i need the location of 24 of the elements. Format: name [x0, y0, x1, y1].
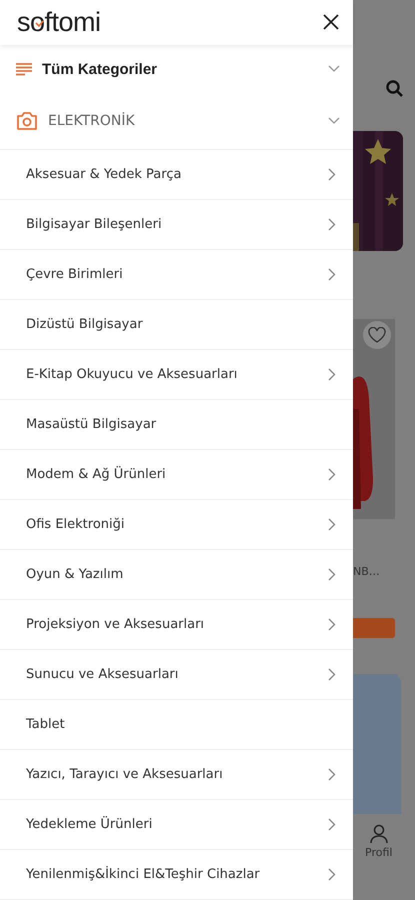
camera-icon [16, 111, 38, 132]
person-icon[interactable] [370, 824, 388, 844]
chevron-right-icon [328, 368, 336, 381]
chevron-right-icon [328, 768, 336, 781]
chevron-right-icon [328, 868, 336, 881]
check-icon [35, 20, 44, 27]
category-header[interactable]: Tüm Kategoriler [0, 44, 353, 94]
chevron-right-icon [328, 568, 336, 581]
logo[interactable]: softomi [17, 6, 101, 38]
category-header[interactable]: ELEKTRONİK [0, 94, 353, 150]
chevron-down-icon [328, 117, 340, 126]
search-icon[interactable] [386, 80, 403, 97]
chevron-down-icon [328, 65, 340, 74]
chevron-right-icon [328, 168, 336, 181]
chevron-right-icon [328, 268, 336, 281]
chevron-right-icon [328, 818, 336, 831]
close-button[interactable] [323, 14, 339, 30]
chevron-right-icon [328, 518, 336, 531]
chevron-right-icon [328, 668, 336, 681]
product-title: NB… [353, 565, 380, 578]
chevron-right-icon [328, 468, 336, 481]
chevron-right-icon [328, 218, 336, 231]
chevron-right-icon [328, 618, 336, 631]
menu-icon [16, 62, 32, 76]
